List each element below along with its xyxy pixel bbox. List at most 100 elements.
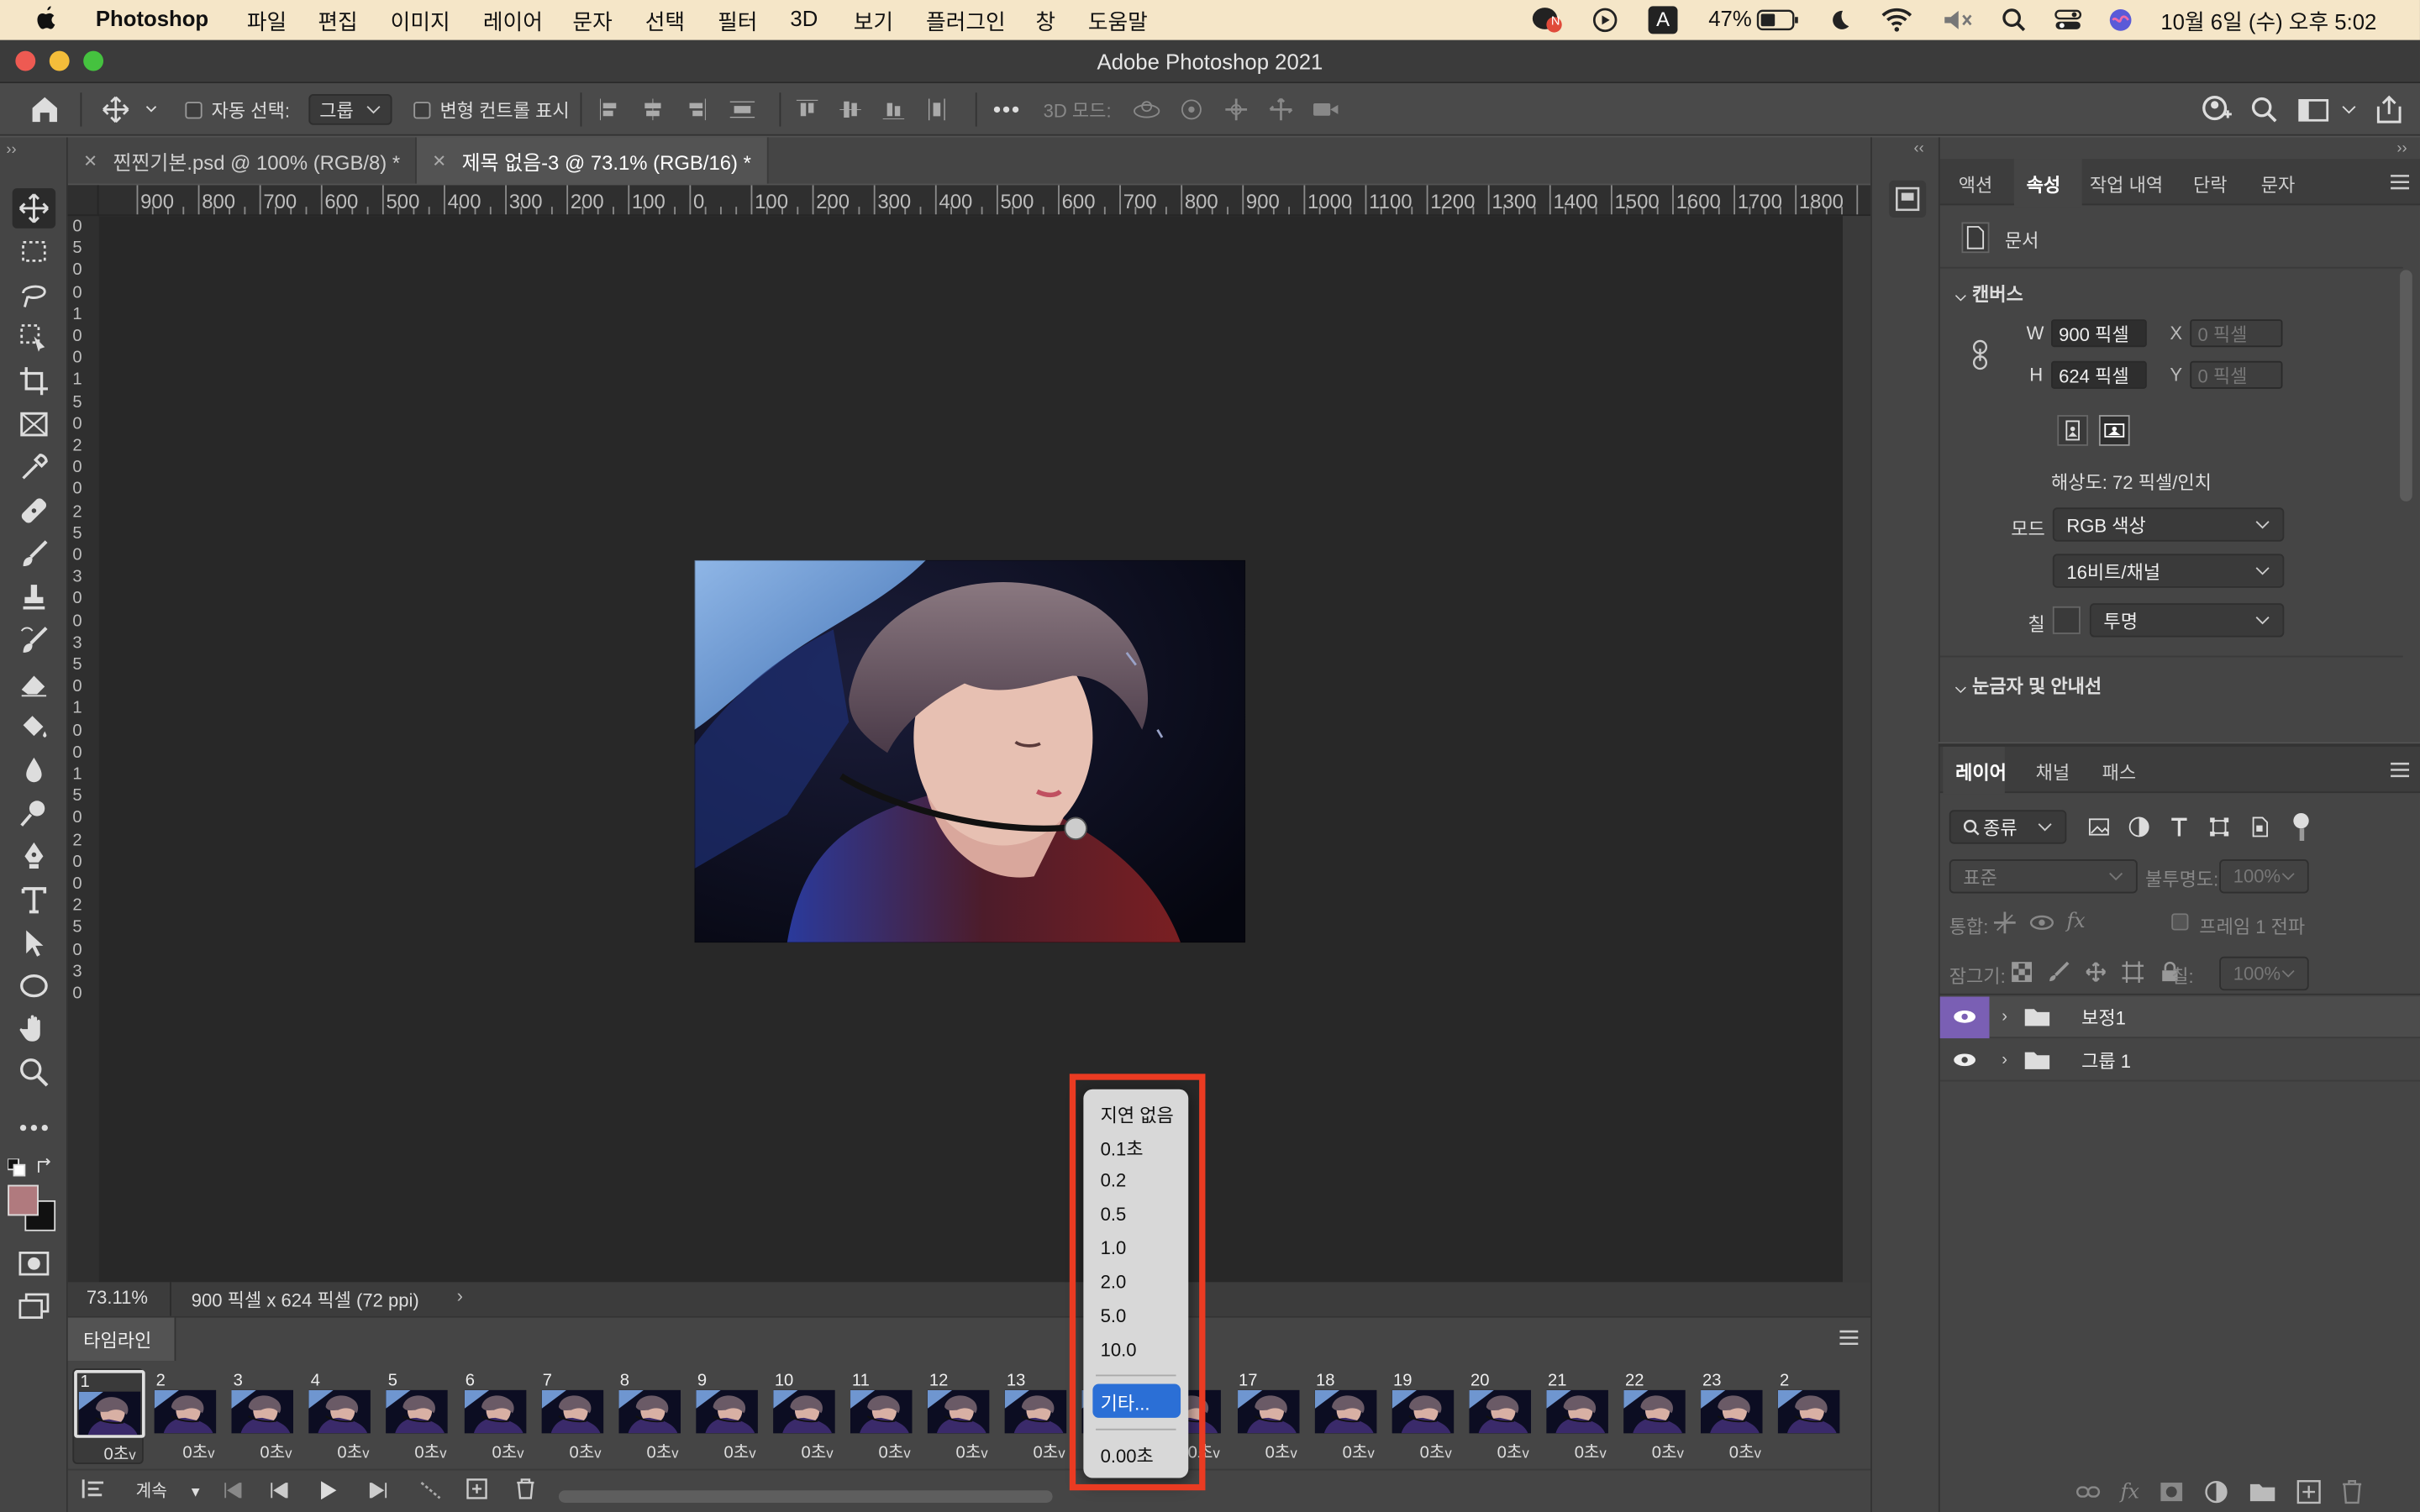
battery-icon[interactable] <box>1756 9 1799 31</box>
timeline-frame[interactable]: 19 0초v <box>1387 1368 1458 1464</box>
frame-delay-dropdown[interactable]: 0초v <box>802 1440 834 1464</box>
lasso-tool-icon[interactable] <box>13 275 55 315</box>
frame-delay-dropdown[interactable]: 0초v <box>1729 1440 1761 1464</box>
tab-channels[interactable]: 채널 <box>2036 759 2070 785</box>
frame-delay-dropdown[interactable]: 0초v <box>1497 1440 1529 1464</box>
menu-filter[interactable]: 필터 <box>718 6 757 37</box>
move-tool-preset-icon[interactable] <box>99 83 158 135</box>
ruler-origin[interactable] <box>67 185 99 217</box>
timeline-frame[interactable]: 12 0초v <box>923 1368 994 1464</box>
timeline-frame[interactable]: 18 0초v <box>1310 1368 1381 1464</box>
timeline-frame[interactable]: 13 0초v <box>1001 1368 1071 1464</box>
eyedropper-tool-icon[interactable] <box>13 448 55 488</box>
auto-select-dropdown[interactable]: 그룹 <box>308 94 392 125</box>
distribute-icon[interactable] <box>729 99 756 121</box>
tab-document-1[interactable]: ✕ 찐찐기본.psd @ 100% (RGB/8) * <box>68 137 418 184</box>
link-layers-icon[interactable] <box>2075 1484 2101 1499</box>
apple-icon[interactable] <box>34 5 58 33</box>
panel-menu-icon[interactable] <box>2391 175 2410 190</box>
marquee-tool-icon[interactable] <box>13 232 55 272</box>
new-layer-icon[interactable] <box>2296 1479 2322 1504</box>
type-filter-icon[interactable] <box>2169 816 2191 838</box>
tween-icon[interactable] <box>420 1481 442 1499</box>
tab-actions[interactable]: 액션 <box>1959 171 1993 197</box>
align-left-icon[interactable] <box>599 98 621 121</box>
frame-delay-dropdown[interactable]: 0초v <box>1265 1440 1297 1464</box>
unify-position-icon[interactable] <box>1992 911 2017 935</box>
align-right-icon[interactable] <box>685 98 707 121</box>
menu-help[interactable]: 도움말 <box>1088 6 1148 37</box>
height-field[interactable]: 624 픽셀 <box>2050 360 2147 389</box>
layer-style-icon[interactable]: fx <box>2121 1480 2139 1504</box>
history-brush-tool-icon[interactable] <box>13 620 55 660</box>
frame-delay-dropdown[interactable]: 0초v <box>879 1440 911 1464</box>
frame-delay-dropdown[interactable]: 0초v <box>646 1440 678 1464</box>
menu-image[interactable]: 이미지 <box>391 6 450 37</box>
home-icon[interactable] <box>28 83 61 135</box>
timeline-frame[interactable]: 11 0초v <box>846 1368 917 1464</box>
timeline-frame[interactable]: 7 0초v <box>536 1368 607 1464</box>
frame-delay-dropdown[interactable]: 0초v <box>492 1440 523 1464</box>
layer-name[interactable]: 보정1 <box>2081 1004 2126 1030</box>
timeline-frame[interactable]: 2 0초v <box>150 1368 220 1464</box>
timeline-frame[interactable]: 4 0초v <box>304 1368 375 1464</box>
bit-depth-dropdown[interactable]: 16비트/채널 <box>2052 554 2285 588</box>
tab-paragraph[interactable]: 단락 <box>2193 171 2228 197</box>
orbit-3d-icon[interactable] <box>1131 97 1162 122</box>
timeline-frame[interactable]: 23 0초v <box>1697 1368 1767 1464</box>
foreground-color-swatch[interactable] <box>8 1184 39 1216</box>
menu-file[interactable]: 파일 <box>247 6 287 37</box>
mute-icon[interactable] <box>1942 8 1975 32</box>
frame-delay-dropdown[interactable]: 0초v <box>1343 1440 1375 1464</box>
next-frame-icon[interactable] <box>369 1483 387 1499</box>
frame-delay-dropdown[interactable]: 0초v <box>182 1440 214 1464</box>
frame-delay-dropdown[interactable]: 0초v <box>337 1440 369 1464</box>
clone-stamp-tool-icon[interactable] <box>13 577 55 617</box>
timeline-title[interactable]: 타임라인 <box>83 1327 151 1353</box>
layers-menu-icon[interactable] <box>2391 762 2410 778</box>
crop-tool-icon[interactable] <box>13 361 55 402</box>
collapse-toolbar-icon[interactable]: ›› <box>6 142 16 159</box>
tab-layers[interactable]: 레이어 <box>1955 759 2007 785</box>
timeline-frame[interactable]: 17 0초v <box>1233 1368 1303 1464</box>
align-vcenter-icon[interactable] <box>839 99 861 121</box>
frame-delay-dropdown[interactable]: 0초v <box>104 1441 136 1465</box>
landscape-orientation-icon[interactable] <box>2098 415 2130 446</box>
menu-select[interactable]: 선택 <box>645 6 685 37</box>
timeline-frame[interactable]: 6 0초v <box>459 1368 529 1464</box>
distribute-vertical-icon[interactable] <box>926 97 948 122</box>
filter-toggle-icon[interactable] <box>2293 812 2309 829</box>
dodge-tool-icon[interactable] <box>13 793 55 833</box>
tab-history[interactable]: 작업 내역 <box>2090 171 2163 197</box>
pixel-filter-icon[interactable] <box>2088 816 2110 838</box>
type-tool-icon[interactable] <box>13 879 55 920</box>
auto-select-checkbox[interactable]: 자동 선택: <box>185 83 290 135</box>
control-center-icon[interactable] <box>2054 8 2082 32</box>
timeline-frame[interactable]: 21 0초v <box>1542 1368 1612 1464</box>
adjustment-filter-icon[interactable] <box>2128 816 2150 838</box>
share-icon[interactable] <box>2374 83 2405 135</box>
tab-character[interactable]: 문자 <box>2261 171 2296 197</box>
menu-3d[interactable]: 3D <box>790 6 818 30</box>
quick-mask-icon[interactable] <box>13 1243 55 1284</box>
width-field[interactable]: 900 픽셀 <box>2050 319 2147 348</box>
properties-scrollbar[interactable] <box>2400 270 2412 501</box>
collapse-dock-icon[interactable]: ‹‹ <box>1914 140 1924 157</box>
play-status-icon[interactable] <box>1592 8 1618 33</box>
adjustment-layer-icon[interactable] <box>2204 1479 2228 1504</box>
libraries-panel-icon[interactable] <box>1889 180 1927 218</box>
rulers-guides-section-header[interactable]: ⌵ 눈금자 및 안내선 <box>1955 673 2102 699</box>
delete-frame-icon[interactable] <box>515 1478 535 1500</box>
align-bottom-icon[interactable] <box>882 99 905 121</box>
pan-3d-icon[interactable] <box>1221 97 1252 122</box>
path-selection-tool-icon[interactable] <box>13 922 55 963</box>
tab-paths[interactable]: 패스 <box>2102 759 2137 785</box>
frame-delay-dropdown[interactable]: 0초v <box>723 1440 755 1464</box>
timeline-frame[interactable]: 8 0초v <box>613 1368 684 1464</box>
input-source-icon[interactable]: A <box>1648 6 1678 34</box>
workspace-icon[interactable] <box>2298 83 2360 135</box>
move-tool-icon[interactable] <box>12 188 56 228</box>
siri-icon[interactable] <box>2108 8 2133 32</box>
align-hcenter-icon[interactable] <box>642 98 664 121</box>
brush-tool-icon[interactable] <box>13 533 55 574</box>
